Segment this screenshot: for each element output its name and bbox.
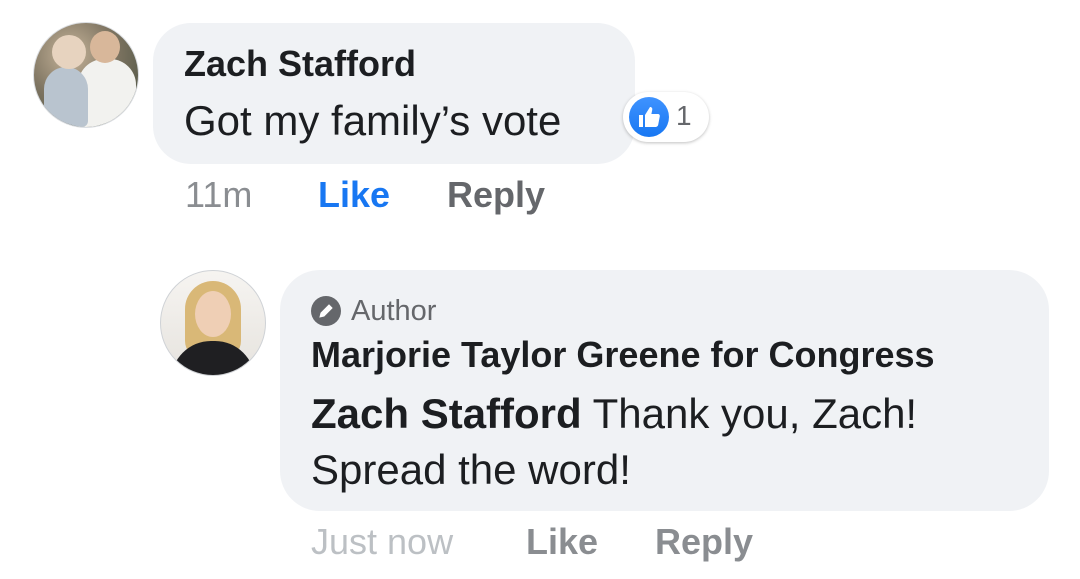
reply-text: Zach Stafford Thank you, Zach! Spread th… [311, 386, 1031, 498]
reply-timestamp[interactable]: Just now [311, 521, 453, 563]
commenter-avatar[interactable] [33, 22, 139, 128]
avatar-figure [90, 31, 120, 63]
comment-bubble: Zach Stafford Got my family’s vote [153, 23, 635, 164]
author-badge-label: Author [351, 295, 437, 327]
avatar-figure [195, 291, 231, 337]
comment-author-name[interactable]: Zach Stafford [184, 43, 416, 85]
avatar-figure [52, 35, 86, 69]
reply-button[interactable]: Reply [447, 174, 545, 216]
reaction-summary[interactable]: 1 [623, 92, 709, 142]
author-avatar[interactable] [160, 270, 266, 376]
mention-link[interactable]: Zach Stafford [311, 390, 582, 437]
reaction-count: 1 [676, 100, 692, 131]
like-button[interactable]: Like [318, 174, 390, 216]
pencil-icon [311, 296, 341, 326]
reply-bubble: Author Marjorie Taylor Greene for Congre… [280, 270, 1049, 511]
comment-text: Got my family’s vote [184, 97, 562, 144]
reply-author-name[interactable]: Marjorie Taylor Greene for Congress [311, 334, 935, 376]
avatar-figure [171, 341, 255, 375]
reply-reply-button[interactable]: Reply [655, 521, 753, 563]
comment-timestamp[interactable]: 11m [185, 174, 252, 216]
thumbs-up-icon [629, 97, 669, 137]
avatar-figure [44, 67, 88, 127]
reply-like-button[interactable]: Like [526, 521, 598, 563]
